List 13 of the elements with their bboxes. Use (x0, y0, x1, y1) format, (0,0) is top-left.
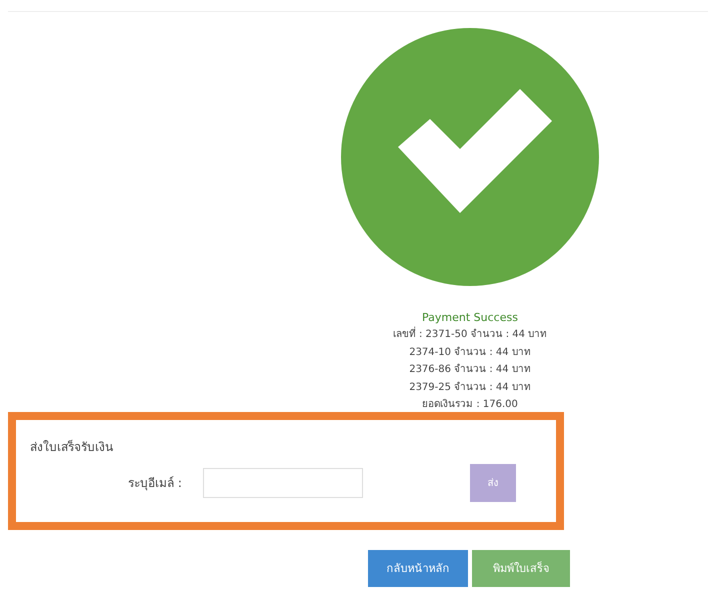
payment-status: Payment Success (422, 310, 518, 326)
print-receipt-button[interactable]: พิมพ์ใบเสร็จ (472, 550, 570, 586)
payment-line: 2376-86 จำนวน : 44 บาท (409, 362, 531, 377)
email-field[interactable] (203, 468, 363, 498)
payment-line: เลขที่ : 2371-50 จำนวน : 44 บาท (392, 326, 548, 344)
success-check-icon (340, 27, 600, 287)
payment-line: ยอดเงินรวม : 176.00 (422, 398, 518, 412)
send-button[interactable]: ส่ง (470, 464, 516, 502)
payment-line: 2379-25 จำนวน : 44 บาท (409, 380, 531, 394)
email-label: ระบุอีเมล์ : (128, 475, 183, 492)
receipt-heading: ส่งใบเสร็จรับเงิน (30, 438, 114, 456)
home-button[interactable]: กลับหน้าหลัก (368, 550, 468, 586)
payment-line: 2374-10 จำนวน : 44 บาท (409, 346, 531, 360)
